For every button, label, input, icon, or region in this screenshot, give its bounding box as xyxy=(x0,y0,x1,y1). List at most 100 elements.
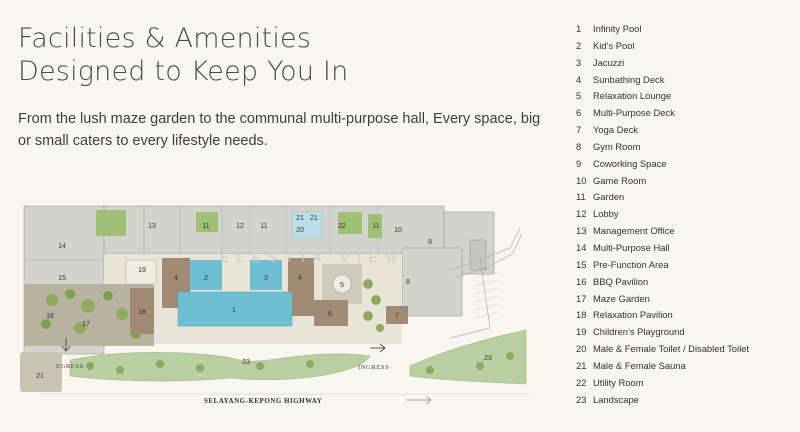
legend-number: 17 xyxy=(576,292,587,304)
legend-number: 5 xyxy=(576,90,582,102)
legend-item: 12 Lobby xyxy=(576,206,796,223)
legend-item: 20 Male & Female Toilet / Disabled Toilet xyxy=(576,341,796,358)
legend-label: Game Room xyxy=(593,174,647,186)
legend-item: 22 Utility Room xyxy=(576,375,796,392)
site-plan-map: ELESTIA VIEW 14 13 11 12 11 20 21 21 22 … xyxy=(10,188,550,432)
legend-item: 6 Multi-Purpose Deck xyxy=(576,105,796,122)
legend-number: 6 xyxy=(576,107,582,119)
legend-label: Management Office xyxy=(593,225,675,237)
legend-label: Male & Female Sauna xyxy=(593,359,686,371)
legend-number: 8 xyxy=(576,140,582,152)
description-text: From the lush maze garden to the communa… xyxy=(18,111,541,149)
left-garden xyxy=(24,284,154,346)
legend-item: 3 Jacuzzi xyxy=(576,55,796,72)
legend-item: 8 Gym Room xyxy=(576,139,796,156)
legend-number: 4 xyxy=(576,73,582,85)
marker-19: 19 xyxy=(138,267,146,274)
legend-item: 2 Kid’s Pool xyxy=(576,38,796,55)
marker-13: 13 xyxy=(148,223,156,230)
legend-item: 4 Sunbathing Deck xyxy=(576,72,796,89)
legend-label: Multi-Purpose Deck xyxy=(593,107,675,119)
legend-number: 11 xyxy=(576,191,586,203)
facility-legend: 1 Infinity Pool 2 Kid’s Pool 3 Jacuzzi 4 Sun… xyxy=(576,21,796,408)
marker-21b: 21 xyxy=(310,215,318,222)
legend-label: Jacuzzi xyxy=(593,56,625,68)
marker-11: 11 xyxy=(202,223,209,230)
legend-item: 13 Management Office xyxy=(576,223,796,240)
page-title: Facilities & Amenities Designed to Keep … xyxy=(18,22,348,88)
legend-number: 3 xyxy=(576,56,582,68)
marker-11c: 11 xyxy=(372,223,379,230)
marker-18: 18 xyxy=(138,309,146,316)
legend-label: Garden xyxy=(593,191,625,203)
title-line-2: Designed to Keep You In xyxy=(18,56,349,87)
legend-item: 19 Children’s Playground xyxy=(576,324,796,341)
marker-21c: 21 xyxy=(36,373,44,380)
legend-label: Coworking Space xyxy=(593,157,667,169)
legend-label: Kid’s Pool xyxy=(593,39,635,51)
marker-11b: 11 xyxy=(260,223,267,230)
legend-number: 16 xyxy=(576,275,587,287)
marker-4: 4 xyxy=(174,275,178,282)
legend-number: 12 xyxy=(576,208,587,220)
legend-item: 5 Relaxation Lounge xyxy=(576,88,796,105)
legend-label: Yoga Deck xyxy=(593,124,638,136)
marker-8: 8 xyxy=(406,279,410,286)
marker-16: 16 xyxy=(46,313,54,320)
marker-20: 20 xyxy=(296,227,304,234)
marker-4b: 4 xyxy=(298,275,302,282)
legend-item: 18 Relaxation Pavilion xyxy=(576,307,796,324)
legend-number: 18 xyxy=(576,309,587,321)
legend-item: 15 Pre-Function Area xyxy=(576,257,796,274)
marker-7: 7 xyxy=(395,313,399,320)
marker-9: 9 xyxy=(428,239,432,246)
legend-number: 2 xyxy=(576,39,582,51)
legend-number: 21 xyxy=(576,359,587,371)
legend-item: 21 Male & Female Sauna xyxy=(576,358,796,375)
legend-number: 15 xyxy=(576,258,587,270)
marker-15: 15 xyxy=(58,275,66,282)
marker-10: 10 xyxy=(394,227,402,234)
title-line-1: Facilities & Amenities xyxy=(18,23,312,54)
watermark-text: ELESTIA VIEW xyxy=(220,250,406,265)
legend-label: Sunbathing Deck xyxy=(593,73,665,85)
legend-label: Gym Room xyxy=(593,140,641,152)
marker-21: 21 xyxy=(296,215,304,222)
legend-number: 14 xyxy=(576,241,587,253)
legend-label: Pre-Function Area xyxy=(593,258,669,270)
legend-item: 11 Garden xyxy=(576,189,796,206)
legend-item: 16 BBQ Pavilion xyxy=(576,274,796,291)
legend-label: Relaxation Lounge xyxy=(593,90,672,102)
guard-house xyxy=(20,352,62,392)
legend-label: Landscape xyxy=(593,393,639,405)
legend-label: Children’s Playground xyxy=(593,326,685,338)
legend-label: BBQ Pavilion xyxy=(593,275,649,287)
marker-2: 2 xyxy=(204,275,208,282)
legend-label: Multi-Purpose Hall xyxy=(593,241,670,253)
marker-5: 5 xyxy=(340,282,344,289)
legend-number: 23 xyxy=(576,393,587,405)
legend-label: Male & Female Toilet / Disabled Toilet xyxy=(593,343,749,355)
marker-14: 14 xyxy=(58,243,66,250)
legend-label: Relaxation Pavilion xyxy=(593,309,673,321)
egress-label: EGRESS xyxy=(56,363,84,370)
legend-item: 1 Infinity Pool xyxy=(576,21,796,38)
highway-label: SELAYANG-KEPONG HIGHWAY xyxy=(204,397,322,405)
legend-number: 13 xyxy=(576,225,587,237)
legend-number: 22 xyxy=(576,376,587,388)
legend-item: 14 Multi-Purpose Hall xyxy=(576,240,796,257)
legend-label: Maze Garden xyxy=(593,292,650,304)
legend-label: Utility Room xyxy=(593,376,644,388)
legend-item: 23 Landscape xyxy=(576,392,796,409)
legend-number: 7 xyxy=(576,124,582,136)
legend-item: 9 Coworking Space xyxy=(576,156,796,173)
legend-item: 17 Maze Garden xyxy=(576,291,796,308)
legend-item: 7 Yoga Deck xyxy=(576,122,796,139)
marker-23: 23 xyxy=(242,359,250,366)
marker-12: 12 xyxy=(236,223,244,230)
legend-number: 1 xyxy=(576,23,582,34)
legend-number: 19 xyxy=(576,326,587,338)
marker-1: 1 xyxy=(232,307,236,314)
legend-label: Infinity Pool xyxy=(593,23,642,34)
marker-23b: 23 xyxy=(484,355,492,362)
